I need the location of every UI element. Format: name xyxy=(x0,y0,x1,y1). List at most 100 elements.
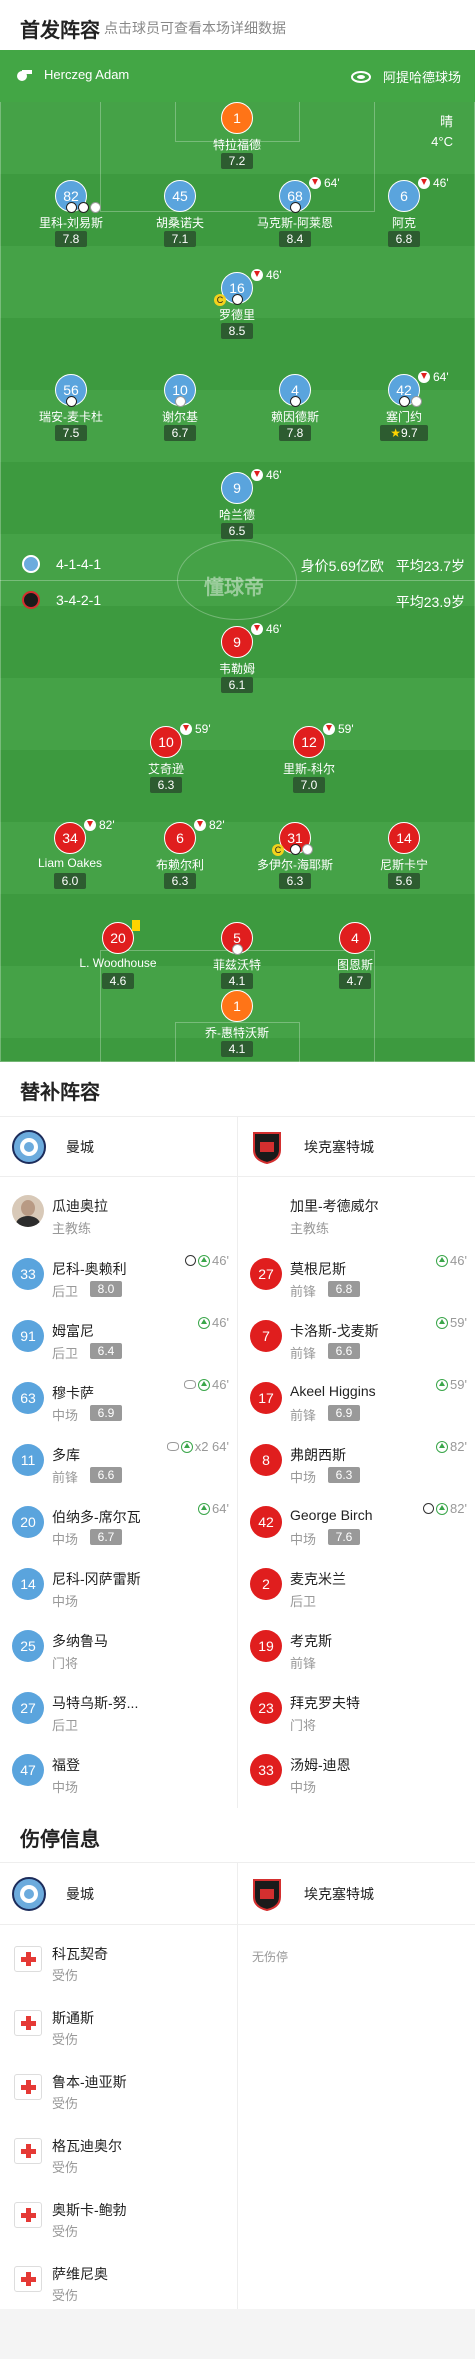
home-player[interactable]: 56 瑞安-麦卡杜 7.5 xyxy=(16,374,126,444)
home-player[interactable]: 6 46' 阿克 6.8 xyxy=(349,176,459,250)
weather-condition: 晴 xyxy=(439,114,453,129)
sub-in-icon xyxy=(198,1316,211,1329)
home-sub[interactable]: 91 姆富尼 后卫 6.4 46' xyxy=(0,1305,237,1367)
home-player[interactable]: 42 64' 塞门约 ★9.7 xyxy=(349,370,459,444)
injured-player-name: 奥斯卡-鲍勃 xyxy=(52,2202,127,2218)
injury-item[interactable]: 斯通斯 受伤 xyxy=(0,1992,237,2056)
injuries-away-team[interactable]: 埃克塞特城 xyxy=(250,1865,374,1923)
injury-item[interactable]: 格瓦迪奥尔 受伤 xyxy=(0,2120,237,2184)
coach-name: 瓜迪奥拉 xyxy=(52,1198,108,1214)
away-sub[interactable]: 23 拜克罗夫特 门将 xyxy=(238,1677,475,1739)
home-player[interactable]: 45 胡桑诺夫 7.1 xyxy=(125,180,235,250)
injury-item[interactable]: 科瓦契奇 受伤 xyxy=(0,1928,237,1992)
away-player[interactable]: 34 82' Liam Oakes 6.0 xyxy=(15,818,125,892)
away-sub[interactable]: 7 卡洛斯-戈麦斯 前锋 6.6 59' xyxy=(238,1305,475,1367)
home-sub[interactable]: 11 多库 前锋 6.6 x2 64' xyxy=(0,1429,237,1491)
away-team-age: 平均23.9岁 xyxy=(395,594,465,610)
sub-number: 27 xyxy=(12,1692,44,1724)
home-sub[interactable]: 27 马特乌斯-努... 后卫 xyxy=(0,1677,237,1739)
sub-out-icon xyxy=(418,177,430,189)
away-player[interactable]: 6 82' 布赖尔利 6.3 xyxy=(125,818,235,892)
home-coach[interactable]: 瓜迪奥拉 主教练 xyxy=(0,1180,237,1242)
away-player[interactable]: 4 图恩斯 4.7 xyxy=(300,922,410,992)
subs-away-team[interactable]: 埃克塞特城 xyxy=(250,1118,374,1176)
away-player[interactable]: 31 C 多伊尔-海耶斯 6.3 xyxy=(240,822,350,892)
player-rating: ★9.7 xyxy=(380,425,428,441)
home-player[interactable]: 1 特拉福德 7.2 xyxy=(182,102,292,172)
away-player[interactable]: 20 L. Woodhouse 4.6 xyxy=(63,920,173,992)
sub-off-marker: 59' xyxy=(323,722,354,736)
subs-home-team[interactable]: 曼城 xyxy=(12,1118,94,1176)
sub-position: 中场 xyxy=(290,1532,317,1547)
away-sub[interactable]: 33 汤姆-迪恩 中场 xyxy=(238,1739,475,1801)
away-sub[interactable]: 2 麦克米兰 后卫 xyxy=(238,1553,475,1615)
home-player[interactable]: 82 里科-刘易斯 7.8 xyxy=(16,180,126,250)
away-player[interactable]: 10 59' 艾奇逊 6.3 xyxy=(111,722,221,796)
away-coach[interactable]: 加里-考德威尔 主教练 xyxy=(238,1180,475,1242)
player-name: 马克斯-阿莱恩 xyxy=(257,216,333,230)
home-sub[interactable]: 47 福登 中场 xyxy=(0,1739,237,1801)
home-sub[interactable]: 20 伯纳多-席尔瓦 中场 6.7 64' xyxy=(0,1491,237,1553)
goal-icon xyxy=(232,294,243,305)
medical-kit-icon xyxy=(14,1946,42,1972)
sub-position: 中场 xyxy=(52,1408,79,1423)
exeter-crest-icon xyxy=(253,1879,281,1911)
away-sub[interactable]: 17 Akeel Higgins 前锋 6.9 59' xyxy=(238,1367,475,1429)
home-player[interactable]: 9 46' 哈兰德 6.5 xyxy=(182,468,292,542)
injury-item[interactable]: 奥斯卡-鲍勃 受伤 xyxy=(0,2184,237,2248)
sub-event: 46' xyxy=(185,1253,229,1268)
sub-position: 前锋 xyxy=(290,1284,317,1299)
away-sub[interactable]: 8 弗朗西斯 中场 6.3 82' xyxy=(238,1429,475,1491)
sub-position: 门将 xyxy=(52,1656,79,1671)
sub-position: 后卫 xyxy=(52,1346,79,1361)
home-crest-icon xyxy=(22,555,40,573)
home-sub[interactable]: 63 穆卡萨 中场 6.9 46' xyxy=(0,1367,237,1429)
coach-avatar xyxy=(12,1195,44,1227)
sub-off-marker: 64' xyxy=(418,370,449,384)
player-events xyxy=(399,396,423,407)
away-player[interactable]: 9 46' 韦勒姆 6.1 xyxy=(182,622,292,696)
goal-icon xyxy=(290,202,301,213)
home-player[interactable]: 10 谢尔基 6.7 xyxy=(125,374,235,444)
away-sub[interactable]: 19 考克斯 前锋 xyxy=(238,1615,475,1677)
home-sub[interactable]: 33 尼科-奥赖利 后卫 8.0 46' xyxy=(0,1243,237,1305)
away-player[interactable]: 1 乔-惠特沃斯 4.1 xyxy=(182,990,292,1060)
player-events xyxy=(290,844,314,855)
player-name: 阿克 xyxy=(391,216,416,230)
home-player[interactable]: 68 64' 马克斯-阿莱恩 8.4 xyxy=(240,176,350,250)
player-number: 14 xyxy=(388,822,420,854)
goal-icon xyxy=(66,396,77,407)
injured-player-name: 斯通斯 xyxy=(52,2010,94,2026)
home-sub[interactable]: 25 多纳鲁马 门将 xyxy=(0,1615,237,1677)
away-player[interactable]: 5 菲兹沃特 4.1 xyxy=(182,922,292,992)
player-rating: 7.2 xyxy=(221,153,253,169)
injuries-home-team[interactable]: 曼城 xyxy=(12,1865,94,1923)
no-injuries-text: 无伤停 xyxy=(252,1950,289,1964)
sub-time: 59' xyxy=(195,722,211,736)
player-name: L. Woodhouse xyxy=(79,956,157,970)
sub-event-time: 46' xyxy=(212,1377,229,1392)
sub-event-time: 46' xyxy=(450,1253,467,1268)
away-player[interactable]: 14 尼斯卡宁 5.6 xyxy=(349,822,459,892)
sub-name: George Birch xyxy=(290,1507,373,1523)
player-name: 里科-刘易斯 xyxy=(39,216,103,230)
injury-status: 受伤 xyxy=(52,2160,79,2175)
player-rating: 5.6 xyxy=(388,873,420,889)
injury-item[interactable]: 萨维尼奥 受伤 xyxy=(0,2248,237,2312)
player-name: 尼斯卡宁 xyxy=(379,858,428,872)
coach-role: 主教练 xyxy=(290,1221,330,1236)
away-player[interactable]: 12 59' 里斯-科尔 7.0 xyxy=(254,722,364,796)
sub-event: 59' xyxy=(436,1377,467,1392)
injury-item[interactable]: 鲁本-迪亚斯 受伤 xyxy=(0,2056,237,2120)
away-sub[interactable]: 42 George Birch 中场 7.6 82' xyxy=(238,1491,475,1553)
home-player[interactable]: 16 C 46' 罗德里 8.5 xyxy=(182,268,292,342)
sub-off-marker: 46' xyxy=(251,468,282,482)
sub-number: 63 xyxy=(12,1382,44,1414)
away-sub[interactable]: 27 莫根尼斯 前锋 6.8 46' xyxy=(238,1243,475,1305)
sub-name: 卡洛斯-戈麦斯 xyxy=(290,1323,379,1339)
stadium-name: 阿提哈德球场 xyxy=(382,70,461,85)
home-sub[interactable]: 14 尼科-冈萨雷斯 中场 xyxy=(0,1553,237,1615)
home-player[interactable]: 4 赖因德斯 7.8 xyxy=(240,374,350,444)
away-formation-row: 3-4-2-1 xyxy=(22,591,101,609)
medical-kit-icon xyxy=(14,2266,42,2292)
